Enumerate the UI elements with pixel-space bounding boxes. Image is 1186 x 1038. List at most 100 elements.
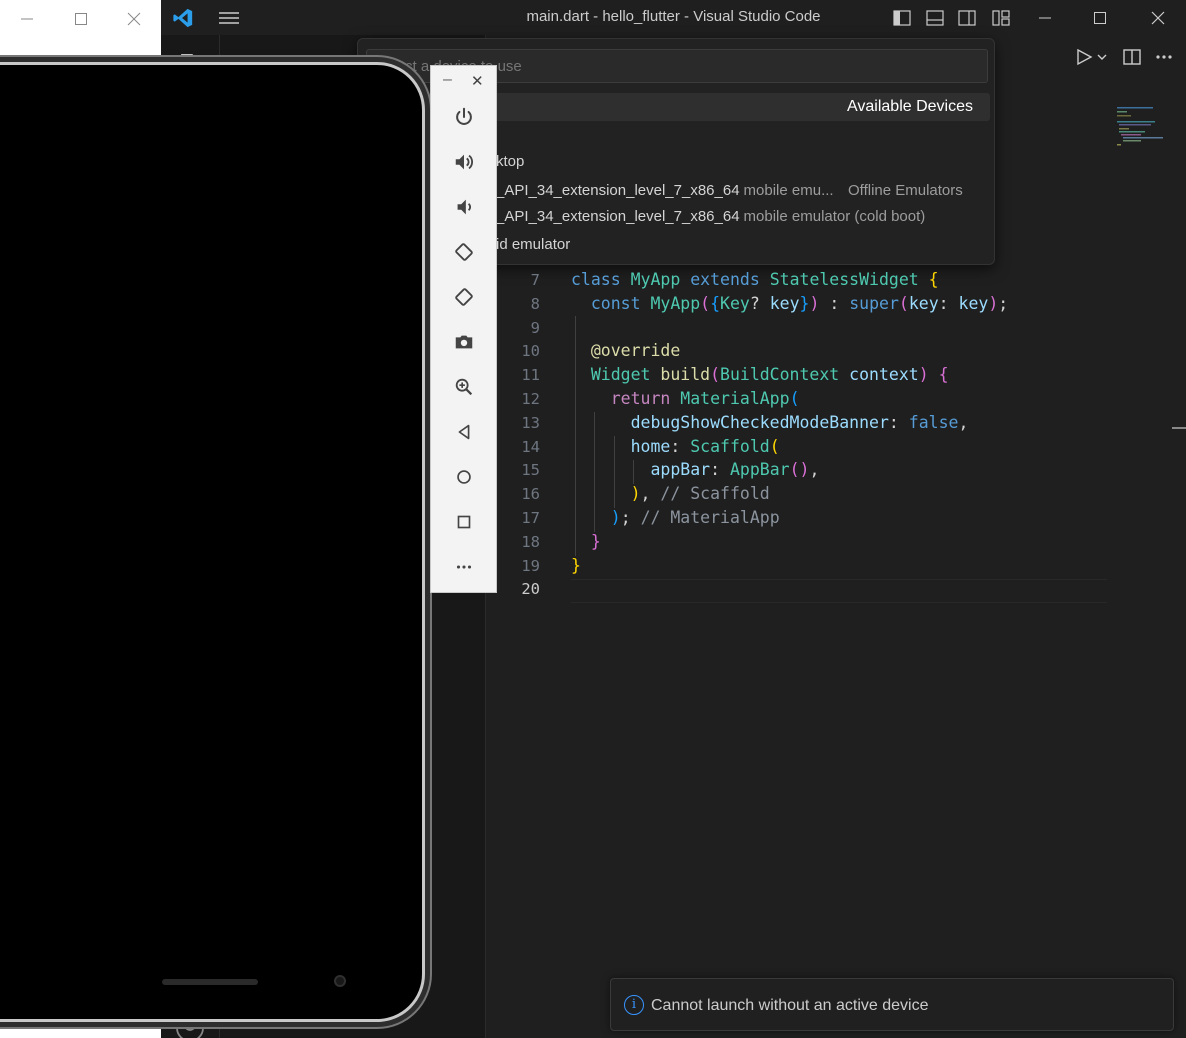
code-token: @override xyxy=(571,341,681,361)
code-token: Widget xyxy=(571,365,661,385)
chevron-down-icon[interactable] xyxy=(1096,50,1108,68)
rotate-left-icon[interactable] xyxy=(450,238,478,266)
titlebar: main.dart - hello_flutter - Visual Studi… xyxy=(161,0,1186,35)
volume-up-icon[interactable] xyxy=(450,148,478,176)
code-token: { xyxy=(928,270,939,289)
code-token: ( xyxy=(789,389,800,408)
maximize-icon[interactable] xyxy=(54,0,108,38)
more-actions-icon[interactable] xyxy=(1155,48,1173,71)
device-item-emulator-offline[interactable]: _API_34_extension_level_7_x86_64 mobile e… xyxy=(496,182,976,199)
close-icon[interactable] xyxy=(107,0,161,38)
window-close-icon[interactable] xyxy=(1146,6,1170,30)
emulator-close-icon[interactable]: ✕ xyxy=(471,72,484,90)
device-label: _API_34_extension_level_7_x86_64 xyxy=(496,182,740,199)
device-label: ktop xyxy=(496,153,525,170)
code-token: ; xyxy=(620,508,641,527)
device-label: _API_34_extension_level_7_x86_64 xyxy=(496,208,740,225)
device-detail: Offline Emulators xyxy=(848,182,963,199)
code-token: StatelessWidget xyxy=(769,270,929,289)
code-token: context xyxy=(849,365,919,385)
code-token: () xyxy=(789,460,810,480)
emulator-minimize-icon[interactable]: – xyxy=(443,71,452,89)
volume-down-icon[interactable] xyxy=(450,193,478,221)
code-token: Key xyxy=(720,293,750,313)
power-icon[interactable] xyxy=(450,103,478,131)
more-icon[interactable] xyxy=(450,553,478,581)
code-token: ( xyxy=(898,293,909,313)
code-line: const MyApp({Key? key}) : super(key: key… xyxy=(571,294,1008,313)
code-token: ( xyxy=(710,365,721,385)
code-token: , xyxy=(809,460,820,480)
indent-guide xyxy=(614,436,615,508)
code-token: appBar xyxy=(571,460,711,480)
rotate-right-icon[interactable] xyxy=(450,283,478,311)
emulator-toolbar: – ✕ xyxy=(430,65,497,593)
code-token: : xyxy=(888,412,909,432)
code-token: ; xyxy=(998,293,1009,313)
toggle-panel-icon[interactable] xyxy=(923,6,947,30)
code-line: @override xyxy=(571,341,680,360)
code-token: : xyxy=(670,436,691,456)
emulator-toolbar-header: – ✕ xyxy=(431,66,496,96)
code-line: } xyxy=(571,556,581,575)
device-desc: mobile emulator (cold boot) xyxy=(743,208,926,225)
home-icon[interactable] xyxy=(450,463,478,491)
overview-icon[interactable] xyxy=(450,508,478,536)
code-token: home xyxy=(571,436,671,456)
code-token: ) xyxy=(630,484,641,504)
device-item-create-emulator[interactable]: id emulator xyxy=(496,236,570,253)
code-line: return MaterialApp( xyxy=(571,389,800,408)
camera-dot xyxy=(334,975,346,987)
device-item-desktop[interactable]: ktop xyxy=(496,153,524,170)
code-line: appBar: AppBar(), xyxy=(571,460,819,479)
code-token: { xyxy=(938,365,949,385)
window-minimize-icon[interactable] xyxy=(1033,6,1057,30)
customize-layout-icon[interactable] xyxy=(989,6,1013,30)
code-token: } xyxy=(571,555,581,575)
code-token: class xyxy=(571,270,631,289)
android-emulator-device[interactable] xyxy=(0,62,425,1022)
code-token: ) xyxy=(610,508,621,527)
editor-toolbar xyxy=(1066,35,1186,80)
code-token: BuildContext xyxy=(720,365,850,385)
code-token: } xyxy=(590,531,601,551)
code-token: return xyxy=(571,389,681,408)
minimize-icon[interactable] xyxy=(0,0,54,38)
emulator-screen[interactable] xyxy=(0,71,416,1013)
window-maximize-icon[interactable] xyxy=(1088,6,1112,30)
indent-guide xyxy=(594,412,595,532)
code-token: : xyxy=(819,293,850,313)
code-token: : xyxy=(710,460,730,480)
code-token: debugShowCheckedModeBanner xyxy=(571,412,889,432)
code-token: ( xyxy=(769,436,780,456)
minimap[interactable] xyxy=(1112,105,1172,150)
zoom-icon[interactable] xyxy=(450,373,478,401)
scrollbar-marker[interactable] xyxy=(1172,427,1186,429)
device-item-emulator-cold-boot[interactable]: _API_34_extension_level_7_x86_64 mobile e… xyxy=(496,208,925,225)
active-line-highlight xyxy=(571,579,1107,603)
code-line: ), // Scaffold xyxy=(571,484,770,503)
code-token: key xyxy=(908,293,939,313)
code-token: Scaffold xyxy=(690,436,770,456)
run-icon[interactable] xyxy=(1075,48,1093,71)
split-editor-icon[interactable] xyxy=(1123,48,1141,71)
notification-toast[interactable]: i Cannot launch without an active device xyxy=(610,978,1174,1031)
code-token: , xyxy=(958,412,969,432)
back-icon[interactable] xyxy=(450,418,478,446)
code-token: , xyxy=(640,484,661,504)
camera-icon[interactable] xyxy=(450,328,478,356)
gesture-bar xyxy=(162,979,258,985)
code-token: // Scaffold xyxy=(660,484,770,504)
code-token: build xyxy=(660,365,711,385)
code-token: MyApp xyxy=(650,293,701,313)
toggle-primary-sidebar-icon[interactable] xyxy=(890,6,914,30)
code-token: ? xyxy=(749,293,770,313)
code-line: home: Scaffold( xyxy=(571,437,780,456)
code-token: { xyxy=(710,293,721,313)
code-token: key xyxy=(958,293,989,313)
toggle-secondary-sidebar-icon[interactable] xyxy=(955,6,979,30)
code-token: const xyxy=(571,293,651,313)
code-token: ) xyxy=(988,293,999,313)
code-token: // MaterialApp xyxy=(640,508,780,527)
